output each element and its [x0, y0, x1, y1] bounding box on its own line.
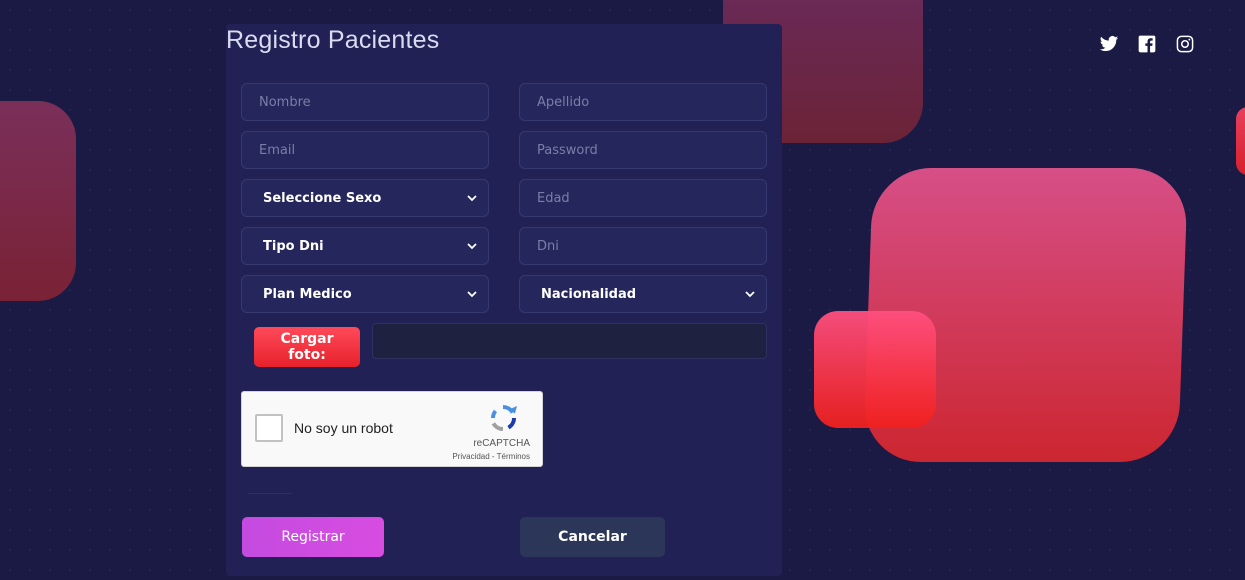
- facebook-icon[interactable]: [1136, 33, 1157, 54]
- recaptcha-links[interactable]: Privacidad - Términos: [452, 452, 530, 461]
- recaptcha-label: No soy un robot: [294, 420, 393, 436]
- recaptcha-widget: No soy un robot reCAPTCHA Privacidad - T…: [241, 391, 543, 467]
- chevron-down-icon: [745, 291, 755, 298]
- dni-input[interactable]: [520, 228, 766, 264]
- tipo-dni-select-value: Tipo Dni: [263, 238, 324, 254]
- upload-photo-button[interactable]: Cargar foto:: [254, 327, 360, 367]
- divider: [248, 493, 292, 494]
- apellido-field: [519, 83, 767, 121]
- apellido-input[interactable]: [520, 84, 766, 120]
- plan-medico-select-value: Plan Medico: [263, 286, 352, 302]
- nacionalidad-select[interactable]: Nacionalidad: [519, 275, 767, 313]
- chevron-down-icon: [467, 195, 477, 202]
- page-title: Registro Pacientes: [226, 26, 440, 54]
- plan-medico-select[interactable]: Plan Medico: [241, 275, 489, 313]
- decorative-shape-left: [0, 101, 76, 301]
- edad-field: [519, 179, 767, 217]
- password-field: [519, 131, 767, 169]
- register-button[interactable]: Registrar: [242, 517, 384, 557]
- file-input[interactable]: [372, 323, 767, 359]
- chevron-down-icon: [467, 291, 477, 298]
- dni-field: [519, 227, 767, 265]
- social-links: [1098, 33, 1195, 54]
- registration-panel: Registro Pacientes Seleccione Sexo Tipo …: [226, 24, 782, 576]
- nombre-input[interactable]: [242, 84, 488, 120]
- edad-input[interactable]: [520, 180, 766, 216]
- sexo-select[interactable]: Seleccione Sexo: [241, 179, 489, 217]
- recaptcha-logo-icon: [491, 405, 517, 431]
- decorative-shape-right-edge: [1236, 107, 1245, 175]
- email-field: [241, 131, 489, 169]
- nacionalidad-select-value: Nacionalidad: [541, 286, 637, 302]
- recaptcha-brand: reCAPTCHA: [473, 438, 530, 449]
- email-input[interactable]: [242, 132, 488, 168]
- tipo-dni-select[interactable]: Tipo Dni: [241, 227, 489, 265]
- nombre-field: [241, 83, 489, 121]
- sexo-select-value: Seleccione Sexo: [263, 190, 382, 206]
- instagram-icon[interactable]: [1174, 33, 1195, 54]
- twitter-icon[interactable]: [1098, 33, 1119, 54]
- cancel-button[interactable]: Cancelar: [520, 517, 665, 557]
- decorative-shape-small: [814, 311, 936, 428]
- chevron-down-icon: [467, 243, 477, 250]
- photo-upload-row: Cargar foto:: [241, 322, 767, 367]
- recaptcha-checkbox[interactable]: [255, 414, 283, 442]
- password-input[interactable]: [520, 132, 766, 168]
